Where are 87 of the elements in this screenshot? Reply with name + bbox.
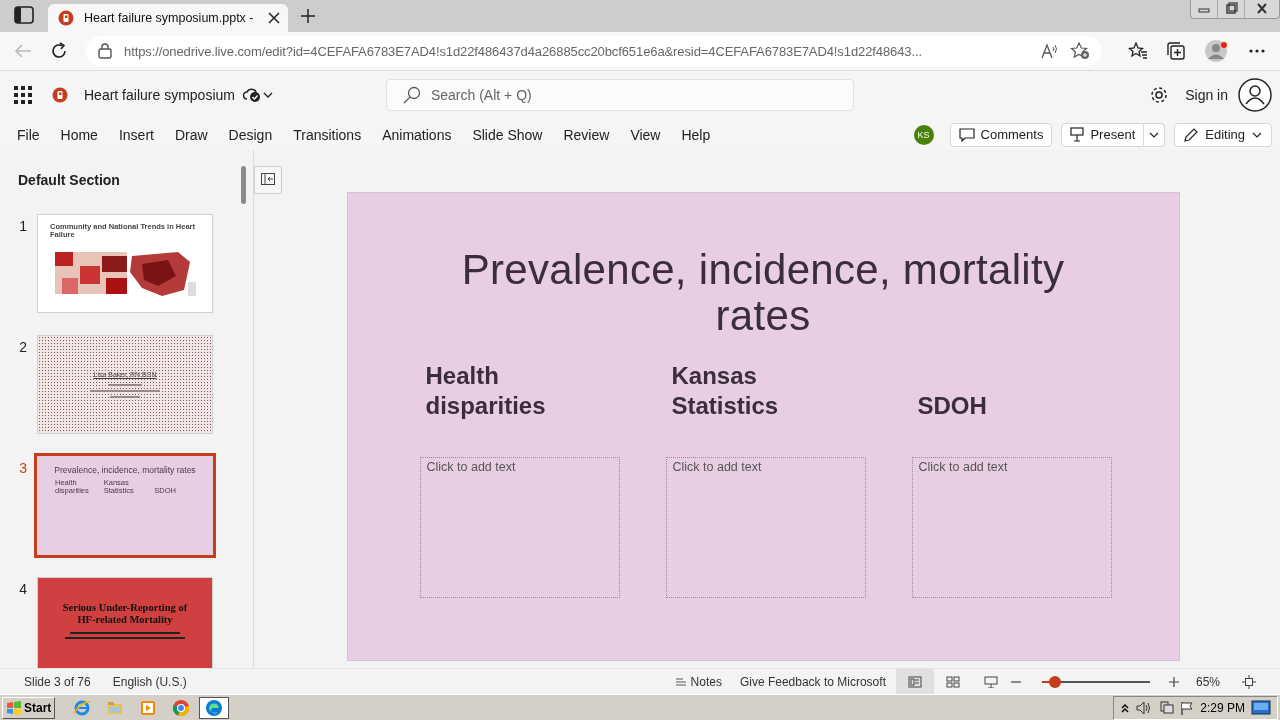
ribbon-tab[interactable]: Draw [165,126,217,143]
language-label[interactable]: English (U.S.) [112,674,187,689]
slide-number: 4 [18,581,27,599]
chevron-up-icon[interactable] [1120,702,1131,713]
flag-icon[interactable] [1180,700,1195,715]
thumbnail-title: Prevalence, incidence, mortality rates [53,466,197,475]
slide-counter: Slide 3 of 76 [24,674,91,689]
ribbon-tab[interactable]: Transitions [284,126,371,143]
ie-icon [73,698,92,717]
zoom-level[interactable]: 65% [1195,674,1220,689]
windows-logo-icon [6,700,22,715]
column-heading: Kansas Statistics [671,361,780,421]
read-aloud-icon[interactable] [1040,43,1058,59]
ribbon-tab[interactable]: Animations [373,126,461,143]
collections-icon[interactable] [1166,42,1186,60]
editing-button[interactable]: Editing [1174,122,1272,147]
text-placeholder[interactable]: Click to add text [665,457,866,598]
normal-view-button[interactable] [895,669,934,694]
lock-icon [98,43,112,59]
notes-icon [674,676,687,687]
pencil-icon [1183,126,1200,143]
start-button[interactable]: Start [2,696,56,719]
powerpoint-icon [52,87,68,103]
network-icon[interactable] [1158,700,1175,715]
ribbon-tab[interactable]: File [8,126,49,143]
media-player-icon [139,698,158,717]
ribbon-tab[interactable]: Help [672,126,720,143]
search-icon [402,86,421,104]
column-heading: Health disparities [425,361,547,421]
fit-slide-icon[interactable] [1242,674,1256,689]
tab-title: Heart failure symposium.pptx - [84,11,255,25]
app-launcher-icon[interactable] [14,86,32,104]
profile-avatar-icon[interactable] [1204,38,1230,64]
slide-number: 3 [18,460,27,478]
taskbar-button[interactable] [199,696,230,719]
slide-thumbnail[interactable]: Serious Under-Reporting of HF-related Mortality [37,577,213,668]
tab-actions-icon[interactable] [14,6,34,24]
settings-icon[interactable] [1149,85,1170,105]
cloud-saved-icon [242,87,261,103]
zoom-in-icon[interactable] [1167,675,1180,688]
ribbon-tab[interactable]: Home [51,126,107,143]
browser-tab[interactable]: Heart failure symposium.pptx - [48,4,288,32]
scrollbar-thumb[interactable] [241,166,246,204]
collapse-pane-button[interactable] [254,166,282,194]
powerpoint-icon [58,10,74,26]
document-title[interactable]: Heart failure symposium [84,87,235,103]
ribbon-tab[interactable]: Slide Show [463,126,552,143]
column-heading: SDOH [917,391,988,421]
sign-in-link[interactable]: Sign in [1185,87,1228,103]
presenter-icon [1070,127,1085,142]
text-placeholder[interactable]: Click to add text [419,457,620,598]
desktop-icon[interactable] [1251,699,1271,716]
user-avatar: KS [913,124,934,145]
view-icon [983,675,998,688]
address-field[interactable]: https://onedrive.live.com/edit?id=4CEFAFA6783E7AD4!s1d22f486437d4a26885cc20bcf651e6a&resid=4CEFAFA6783E7AD4!s1d22f48643... [86,36,1102,66]
edge-icon [205,698,224,717]
refresh-icon[interactable] [50,42,68,60]
close-icon[interactable] [268,12,280,24]
view-icon [907,675,922,688]
ribbon-tab[interactable]: Design [219,126,282,143]
section-title: Default Section [18,172,121,188]
plus-icon[interactable] [300,8,316,24]
chrome-icon [172,698,191,717]
slider-thumb[interactable] [1048,675,1061,688]
clock[interactable]: 2:29 PM [1200,700,1245,715]
speaker-icon[interactable] [1136,700,1153,715]
add-favorite-icon[interactable] [1070,42,1090,60]
account-icon[interactable] [1238,78,1272,112]
slide-number: 2 [18,339,27,357]
slide-number: 1 [18,218,27,236]
ribbon-tab[interactable]: Review [554,126,619,143]
notes-button[interactable]: Notes [674,674,722,689]
url-text: https://onedrive.live.com/edit?id=4CEFAFA6783E7AD4!s1d22f486437d4a26885cc20bcf651e6a&resid=4CEFAFA6783E7AD4!s1d22f48643... [124,43,923,59]
search-field[interactable]: Search (Alt + Q) [385,79,854,111]
present-button[interactable]: Present [1061,122,1145,147]
panel-icon [261,173,275,185]
more-icon[interactable] [1248,48,1266,54]
comment-icon [958,127,975,142]
comments-button[interactable]: Comments [949,122,1053,147]
ribbon-tab[interactable]: Insert [109,126,163,143]
favorites-icon[interactable] [1128,42,1148,60]
text-placeholder[interactable]: Click to add text [911,457,1112,598]
ribbon-tab[interactable]: View [621,126,670,143]
view-icon [945,675,960,688]
feedback-link[interactable]: Give Feedback to Microsoft [739,674,886,689]
slide-title: Prevalence, incidence, mortality rates [460,247,1066,339]
thumbnail-title: Serious Under-Reporting of HF-related Mortality [61,602,189,626]
